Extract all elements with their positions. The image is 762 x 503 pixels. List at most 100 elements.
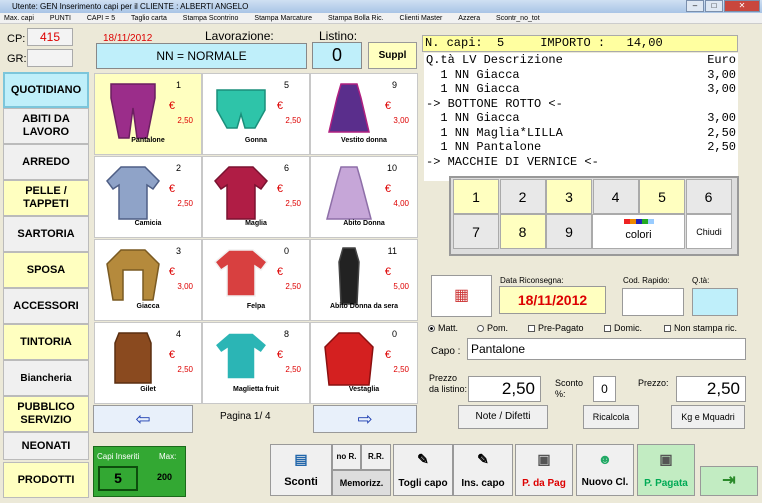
euro-symbol: € bbox=[168, 266, 175, 278]
receipt-line[interactable]: 1 NN Giacca 3,00 bbox=[426, 68, 736, 83]
receipt-line[interactable]: 1 NN Pantalone 2,50 bbox=[426, 140, 736, 155]
category-prodotti[interactable]: PRODOTTI bbox=[3, 462, 89, 498]
kg-mquadri-button[interactable]: Kg e Mquadri bbox=[671, 405, 745, 429]
capo-input[interactable]: Pantalone bbox=[467, 338, 746, 360]
radio-matt-label: Matt. bbox=[438, 323, 459, 333]
keypad-key-4[interactable]: 4 bbox=[592, 179, 639, 214]
pager-label: Pagina 1/ 4 bbox=[220, 411, 271, 422]
nuovo-cliente-button[interactable]: ☻ Nuovo Cl. bbox=[576, 444, 634, 496]
togli-capo-button[interactable]: ✎ Togli capo bbox=[393, 444, 453, 496]
category-tintoria[interactable]: TINTORIA bbox=[3, 324, 89, 360]
qta-input[interactable] bbox=[692, 288, 738, 316]
category-accessori[interactable]: ACCESSORI bbox=[3, 288, 89, 324]
menu-stampa-bolla[interactable]: Stampa Bolla Ric. bbox=[328, 15, 384, 22]
prezzo-field[interactable]: 2,50 bbox=[676, 376, 746, 402]
checkbox-domic[interactable]: Domic. bbox=[604, 323, 642, 333]
menu-scontr-no-tot[interactable]: Scontr_no_tot bbox=[496, 15, 540, 22]
category-sposa[interactable]: SPOSA bbox=[3, 252, 89, 288]
p-pagata-button[interactable]: ▣ P. Pagata bbox=[637, 444, 695, 496]
menu-stampa-marcature[interactable]: Stampa Marcature bbox=[254, 15, 312, 22]
lavorazione-select[interactable]: NN = NORMALE bbox=[96, 43, 307, 69]
category-pubblico-servizio[interactable]: PUBBLICO SERVIZIO bbox=[3, 396, 89, 432]
garment-icon bbox=[324, 332, 374, 386]
garment-icon bbox=[106, 249, 160, 301]
item-button-vestaglia[interactable]: 0 €2,50 Vestaglia bbox=[310, 322, 418, 404]
item-button-vestito-donna[interactable]: 9 €3,00 Vestito donna bbox=[310, 73, 418, 155]
chiudi-button[interactable]: Chiudi bbox=[686, 214, 732, 249]
category-quotidiano[interactable]: QUOTIDIANO bbox=[3, 72, 89, 108]
memorizz-button[interactable]: Memorizz. bbox=[332, 470, 391, 496]
close-window-button[interactable]: ✕ bbox=[724, 0, 760, 12]
item-button-abito-donna-da-sera[interactable]: 11 €5,00 Abito Donna da sera bbox=[310, 239, 418, 321]
keypad-key-7[interactable]: 7 bbox=[453, 214, 499, 249]
item-button-giacca[interactable]: 3 €3,00 Giacca bbox=[94, 239, 202, 321]
radio-matt[interactable]: Matt. bbox=[428, 323, 458, 333]
item-price: 2,50 bbox=[285, 116, 301, 125]
radio-pom[interactable]: Pom. bbox=[477, 323, 508, 333]
item-button-felpa[interactable]: 0 €2,50 Felpa bbox=[202, 239, 310, 321]
prev-page-button[interactable]: ⇦ bbox=[93, 405, 193, 433]
checkbox-non-stampa[interactable]: Non stampa ric. bbox=[664, 323, 737, 333]
receipt-line[interactable]: 1 NN Maglia*LILLA 2,50 bbox=[426, 126, 736, 141]
no-r-button[interactable]: no R. bbox=[332, 444, 361, 470]
keypad-key-5[interactable]: 5 bbox=[639, 179, 685, 214]
rr-button[interactable]: R.R. bbox=[361, 444, 391, 470]
category-abiti-da-lavoro[interactable]: ABITI DA LAVORO bbox=[3, 108, 89, 144]
ins-capo-button[interactable]: ✎ Ins. capo bbox=[453, 444, 513, 496]
item-button-maglia[interactable]: 6 €2,50 Maglia bbox=[202, 156, 310, 238]
receipt-line-text: -> MACCHIE DI VERNICE <- bbox=[426, 154, 599, 169]
keypad-key-2[interactable]: 2 bbox=[499, 179, 546, 214]
category-arredo[interactable]: ARREDO bbox=[3, 144, 89, 180]
calendar-button[interactable]: ▦ bbox=[431, 275, 492, 317]
item-button-gonna[interactable]: 5 €2,50 Gonna bbox=[202, 73, 310, 155]
category-pelle-tappeti[interactable]: PELLE / TAPPETI bbox=[3, 180, 89, 216]
category-sartoria[interactable]: SARTORIA bbox=[3, 216, 89, 252]
menu-max-capi[interactable]: Max. capi bbox=[4, 15, 34, 22]
receipt-line[interactable]: -> BOTTONE ROTTO <- bbox=[426, 97, 736, 112]
receipt-line[interactable]: -> MACCHIE DI VERNICE <- bbox=[426, 155, 736, 170]
category-neonati[interactable]: NEONATI bbox=[3, 432, 89, 460]
sconto-input[interactable]: 0 bbox=[593, 376, 616, 402]
keypad-key-3[interactable]: 3 bbox=[546, 179, 592, 214]
menu-taglio-carta[interactable]: Taglio carta bbox=[131, 15, 167, 22]
exit-button[interactable]: ⇥ bbox=[700, 466, 758, 496]
menu-clienti-master[interactable]: Clienti Master bbox=[400, 15, 443, 22]
euro-symbol: € bbox=[276, 266, 283, 278]
sconti-button[interactable]: ▤ Sconti bbox=[270, 444, 332, 496]
item-button-abito-donna[interactable]: 10 €4,00 Abito Donna bbox=[310, 156, 418, 238]
note-difetti-button[interactable]: Note / Difetti bbox=[458, 405, 548, 429]
garment-icon bbox=[213, 332, 269, 380]
menu-azzera[interactable]: Azzera bbox=[458, 15, 480, 22]
item-button-maglietta-fruit[interactable]: 8 €2,50 Maglietta fruit bbox=[202, 322, 310, 404]
prezzo-listino-field[interactable]: 2,50 bbox=[468, 376, 541, 402]
menu-stampa-scontrino[interactable]: Stampa Scontrino bbox=[183, 15, 239, 22]
colori-button[interactable]: colori bbox=[592, 214, 685, 249]
item-button-gilet[interactable]: 4 €2,50 Gilet bbox=[94, 322, 202, 404]
item-number: 6 bbox=[283, 163, 289, 173]
data-riconsegna-field[interactable]: 18/11/2012 bbox=[499, 286, 606, 314]
keypad-key-9[interactable]: 9 bbox=[546, 214, 592, 249]
minimize-button[interactable]: – bbox=[686, 0, 704, 12]
capi-count-value: 5 bbox=[497, 36, 505, 50]
keypad-key-1[interactable]: 1 bbox=[453, 179, 499, 214]
keypad-key-6[interactable]: 6 bbox=[685, 179, 732, 214]
receipt-line[interactable]: 1 NN Giacca 3,00 bbox=[426, 82, 736, 97]
keypad-key-8[interactable]: 8 bbox=[499, 214, 546, 249]
menu-punti[interactable]: PUNTI bbox=[50, 15, 71, 22]
suppl-button[interactable]: Suppl bbox=[368, 42, 417, 69]
cod-rapido-label: Cod. Rapido: bbox=[623, 276, 670, 285]
garment-icon bbox=[213, 249, 269, 297]
cod-rapido-input[interactable] bbox=[622, 288, 684, 316]
receipt-line[interactable]: Q.tà LV Descrizione Euro bbox=[426, 53, 736, 68]
item-button-pantalone[interactable]: 1 €2,50 Pantalone bbox=[94, 73, 202, 155]
category-biancheria[interactable]: Biancheria bbox=[3, 360, 89, 396]
maximize-button[interactable]: □ bbox=[705, 0, 723, 12]
checkbox-pre-pagato[interactable]: Pre-Pagato bbox=[528, 323, 584, 333]
ricalcola-button[interactable]: Ricalcola bbox=[583, 405, 639, 429]
item-button-camicia[interactable]: 2 €2,50 Camicia bbox=[94, 156, 202, 238]
receipt-line[interactable]: 1 NN Giacca 3,00 bbox=[426, 111, 736, 126]
p-da-pag-button[interactable]: ▣ P. da Pag bbox=[515, 444, 573, 496]
next-page-button[interactable]: ⇨ bbox=[313, 405, 417, 433]
menu-capi[interactable]: CAPI = 5 bbox=[87, 15, 115, 22]
listino-value[interactable]: 0 bbox=[312, 42, 362, 69]
